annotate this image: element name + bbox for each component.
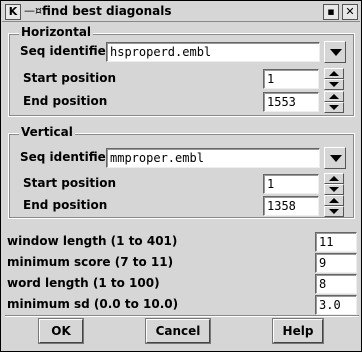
spin-up-icon[interactable] (324, 91, 344, 102)
spin-down-icon[interactable] (324, 206, 344, 217)
window-length-input[interactable]: 11 (315, 232, 357, 252)
h-seq-dropdown-button[interactable] (324, 41, 346, 63)
spin-up-icon[interactable] (324, 173, 344, 184)
word-length-input[interactable]: 8 (315, 274, 357, 294)
v-seq-label: Seq identifier (20, 150, 112, 164)
title-bar[interactable]: K —¤ find best diagonals ▪ ✕ (2, 2, 360, 22)
button-separator (5, 315, 359, 317)
h-end-spinner[interactable] (324, 91, 344, 113)
h-start-input[interactable]: 1 (263, 69, 319, 89)
cancel-button[interactable]: Cancel (146, 319, 210, 343)
spin-up-icon[interactable] (324, 68, 344, 79)
h-seq-input[interactable]: hsproperd.embl (106, 42, 320, 62)
window-length-label: window length (1 to 401) (7, 234, 178, 248)
word-length-label: word length (1 to 100) (7, 276, 160, 290)
spin-down-icon[interactable] (324, 79, 344, 90)
dialog-window: K —¤ find best diagonals ▪ ✕ Horizontal … (0, 0, 362, 352)
h-end-input[interactable]: 1553 (263, 92, 319, 112)
v-seq-input[interactable]: mmproper.embl (106, 148, 320, 168)
spin-down-icon[interactable] (324, 184, 344, 195)
vertical-group-title: Vertical (19, 125, 75, 139)
h-end-label: End position (23, 94, 108, 108)
ok-button[interactable]: OK (39, 319, 83, 343)
v-end-label: End position (23, 198, 108, 212)
v-start-label: Start position (23, 176, 117, 190)
min-score-input[interactable]: 9 (315, 253, 357, 273)
v-start-input[interactable]: 1 (263, 174, 319, 194)
window-title: find best diagonals (42, 4, 172, 18)
h-start-label: Start position (23, 71, 117, 85)
help-button[interactable]: Help (273, 319, 323, 343)
spin-up-icon[interactable] (324, 195, 344, 206)
chevron-down-icon (330, 49, 342, 56)
pin-icon[interactable]: —¤ (24, 4, 42, 17)
v-start-spinner[interactable] (324, 173, 344, 195)
app-menu-icon[interactable]: K (5, 4, 21, 20)
h-seq-label: Seq identifier (20, 44, 112, 58)
close-icon[interactable]: ✕ (342, 4, 358, 20)
spin-down-icon[interactable] (324, 102, 344, 113)
chevron-down-icon (330, 155, 342, 162)
min-sd-input[interactable]: 3.0 (315, 295, 357, 315)
min-score-label: minimum score (7 to 11) (7, 255, 174, 269)
v-end-spinner[interactable] (324, 195, 344, 217)
v-seq-dropdown-button[interactable] (324, 147, 346, 169)
horizontal-group-title: Horizontal (19, 25, 94, 39)
minimize-icon[interactable]: ▪ (323, 4, 339, 20)
v-end-input[interactable]: 1358 (263, 196, 319, 216)
min-sd-label: minimum sd (0.0 to 10.0) (7, 297, 179, 311)
h-start-spinner[interactable] (324, 68, 344, 90)
